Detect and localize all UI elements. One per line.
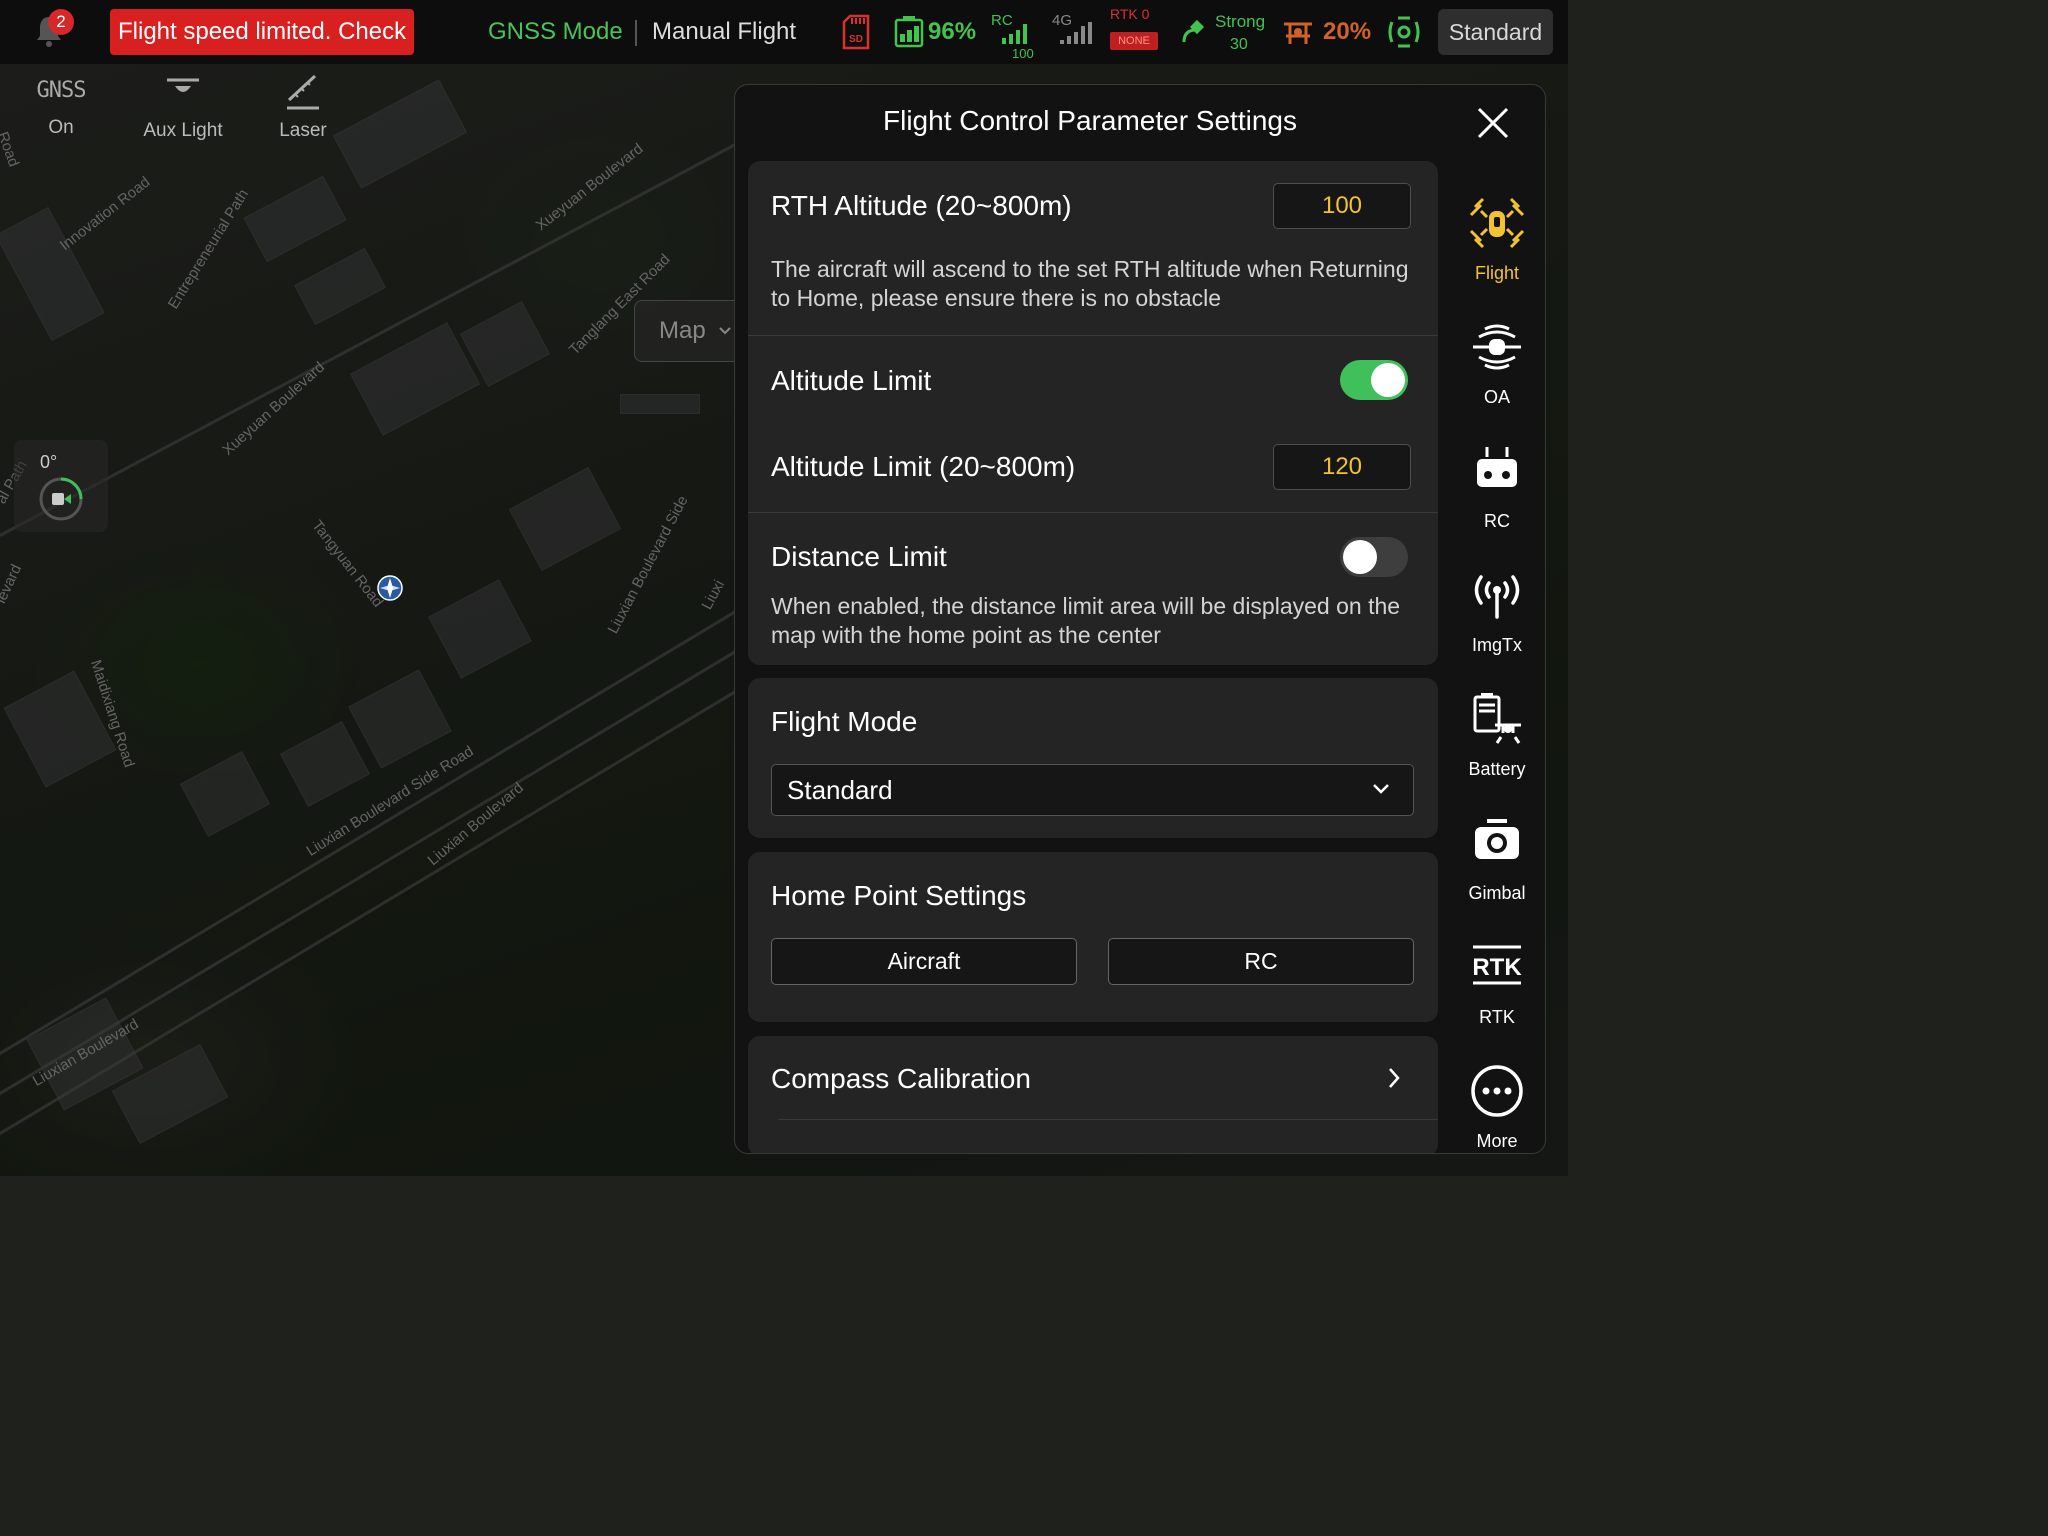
nav-gimbal-label: Gimbal xyxy=(1468,883,1526,903)
nav-imgtx[interactable]: ImgTx xyxy=(1447,565,1545,675)
chevron-down-icon xyxy=(718,327,731,335)
nav-rc[interactable]: RC xyxy=(1447,441,1545,551)
altitude-limit-value-label: Altitude Limit (20~800m) xyxy=(771,451,1076,482)
obstacle-sensing-icon xyxy=(1388,16,1420,48)
nav-imgtx-label: ImgTx xyxy=(1471,635,1522,655)
aircraft-battery-percent: 96% xyxy=(928,18,977,45)
home-point-aircraft-button[interactable]: Aircraft xyxy=(771,938,1077,985)
obstacle-avoidance-icon xyxy=(1473,324,1521,370)
home-point-label: Home Point Settings xyxy=(771,880,1027,911)
battery-icon xyxy=(1473,693,1521,744)
distance-limit-description: When enabled, the distance limit area wi… xyxy=(771,593,1401,648)
altitude-limit-input[interactable]: 120 xyxy=(1273,444,1411,490)
distance-limit-toggle[interactable] xyxy=(1340,537,1408,577)
flight-mode-label: Flight Mode xyxy=(771,706,918,737)
divider xyxy=(748,512,1438,513)
rtk-label: RTK 0 xyxy=(1110,6,1150,22)
more-icon xyxy=(1471,1065,1523,1117)
flight-mode-card: Flight Mode Standard xyxy=(748,678,1438,838)
rth-altitude-label: RTH Altitude (20~800m) xyxy=(771,190,1072,221)
heading-widget[interactable]: 0° xyxy=(14,440,108,532)
limits-card: RTH Altitude (20~800m) 100 The aircraft … xyxy=(748,161,1438,665)
aircraft-battery-icon xyxy=(894,16,924,48)
aux-light-label: Aux Light xyxy=(143,120,223,141)
nav-oa-label: OA xyxy=(1483,387,1510,407)
mode-pill[interactable]: Standard xyxy=(1438,9,1553,55)
rth-altitude-input[interactable]: 100 xyxy=(1273,183,1411,229)
flight-mode-select[interactable]: Standard xyxy=(771,764,1414,816)
aux-light-button[interactable]: Aux Light xyxy=(136,74,230,142)
laser-button[interactable]: Laser xyxy=(268,72,338,142)
cellular-signal-icon xyxy=(1060,22,1092,44)
notification-badge: 2 xyxy=(48,9,74,35)
divider xyxy=(748,335,1438,336)
toggle-knob xyxy=(1343,540,1377,574)
altitude-limit-toggle[interactable] xyxy=(1340,360,1408,400)
nav-gimbal[interactable]: Gimbal xyxy=(1447,813,1545,923)
heading-readout: 0° xyxy=(40,452,58,472)
drone-icon xyxy=(1469,197,1525,249)
distance-limit-label: Distance Limit xyxy=(771,541,947,572)
rc-signal-value: 100 xyxy=(1012,46,1034,61)
close-icon[interactable] xyxy=(1473,103,1513,143)
home-point-rc-button[interactable]: RC xyxy=(1108,938,1414,985)
map-layer-label: Map xyxy=(659,317,706,344)
nav-oa[interactable]: OA xyxy=(1447,317,1545,427)
rc-battery-percent: 20% xyxy=(1323,18,1372,45)
sd-card-icon: SD xyxy=(842,14,870,50)
rc-signal-icon xyxy=(1002,24,1027,44)
gnss-toggle[interactable]: GNSS On xyxy=(36,78,87,139)
laser-label: Laser xyxy=(279,120,327,141)
gps-satellite-count: 30 xyxy=(1230,36,1248,53)
antenna-icon xyxy=(1474,575,1520,619)
nav-rtk[interactable]: RTK RTK xyxy=(1447,937,1545,1047)
nav-rc-label: RC xyxy=(1484,511,1510,531)
chevron-right-icon xyxy=(1389,1068,1400,1088)
nav-rtk-label: RTK xyxy=(1479,1007,1515,1027)
laser-ruler-icon xyxy=(287,74,319,110)
nav-more-label: More xyxy=(1476,1131,1518,1151)
gnss-state: On xyxy=(48,117,74,138)
flight-mode-selected: Standard xyxy=(787,775,893,805)
home-point-card: Home Point Settings Aircraft RC xyxy=(748,852,1438,1022)
divider xyxy=(778,1119,1438,1120)
compass-calibration-label: Compass Calibration xyxy=(771,1063,1031,1094)
positioning-mode: GNSS Mode xyxy=(488,18,623,45)
nav-more[interactable]: More xyxy=(1447,1061,1545,1153)
status-bar: 2 Flight speed limited. Check GNSS Mode … xyxy=(0,0,1568,64)
nav-flight[interactable]: Flight xyxy=(1447,193,1545,303)
satellite-icon xyxy=(1182,19,1205,43)
flight-mode-status: Manual Flight xyxy=(652,18,797,45)
nav-battery-label: Battery xyxy=(1468,759,1526,779)
toggle-knob xyxy=(1371,363,1405,397)
rc-battery-icon xyxy=(1284,22,1312,44)
camera-direction-icon xyxy=(39,477,83,521)
warning-banner[interactable]: Flight speed limited. Check xyxy=(110,9,414,55)
aircraft-location-icon xyxy=(377,575,403,601)
gps-strength: Strong xyxy=(1215,12,1266,31)
remote-controller-icon xyxy=(1477,447,1517,487)
flight-control-settings-panel: Flight Control Parameter Settings RTH Al… xyxy=(734,84,1546,1154)
rtk-status-badge: NONE xyxy=(1110,32,1158,50)
nav-flight-label: Flight xyxy=(1474,263,1519,283)
gnss-icon-label: GNSS xyxy=(36,78,87,103)
svg-text:SD: SD xyxy=(849,34,863,45)
aux-light-icon xyxy=(167,78,199,92)
chevron-down-icon xyxy=(1373,784,1389,794)
nav-battery[interactable]: Battery xyxy=(1447,689,1545,799)
panel-title: Flight Control Parameter Settings xyxy=(883,105,1297,136)
divider xyxy=(635,20,637,46)
camera-icon xyxy=(1475,819,1519,859)
compass-calibration-row[interactable]: Compass Calibration xyxy=(748,1036,1438,1153)
rth-altitude-description: The aircraft will ascend to the set RTH … xyxy=(771,256,1409,311)
svg-text:RTK: RTK xyxy=(1472,954,1522,981)
altitude-limit-label: Altitude Limit xyxy=(771,365,932,396)
rtk-icon: RTK xyxy=(1472,945,1522,985)
